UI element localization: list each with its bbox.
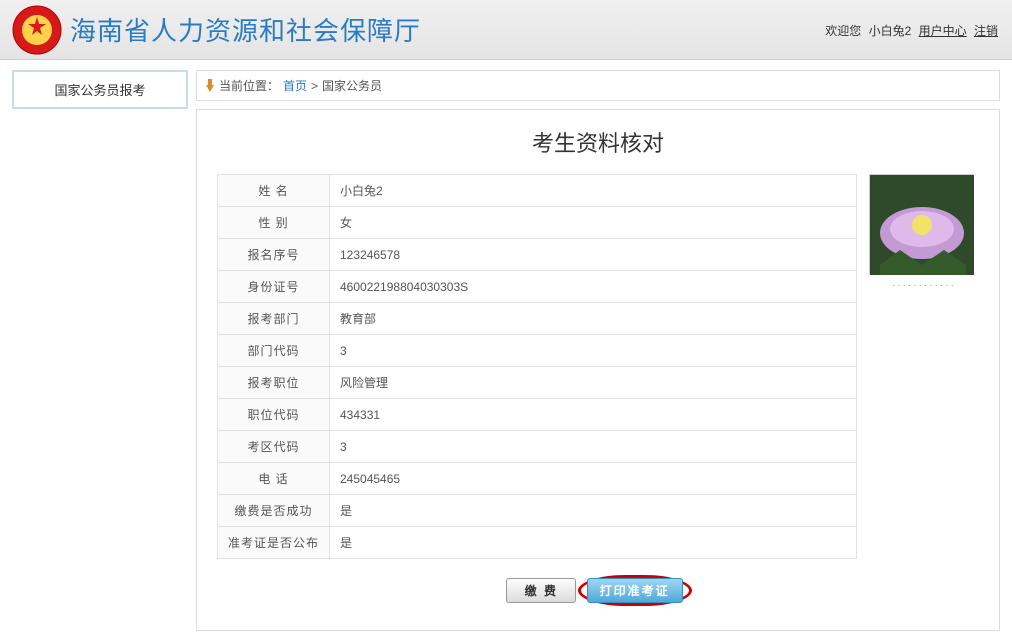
field-value: 460022198804030303S <box>330 271 857 303</box>
sidebar: 国家公务员报考 <box>12 70 188 109</box>
field-label: 报考职位 <box>218 367 330 399</box>
field-value: 是 <box>330 495 857 527</box>
table-row: 部门代码3 <box>218 335 857 367</box>
field-value: 教育部 <box>330 303 857 335</box>
table-row: 身份证号460022198804030303S <box>218 271 857 303</box>
welcome-text: 欢迎您 <box>825 24 861 38</box>
applicant-info-table: 姓 名小白兔2性 别女报名序号123246578身份证号460022198804… <box>217 174 857 559</box>
breadcrumb-label: 当前位置： <box>219 77 279 94</box>
field-label: 性 别 <box>218 207 330 239</box>
field-label: 报名序号 <box>218 239 330 271</box>
info-panel: 考生资料核对 姓 名小白兔2性 别女报名序号123246578身份证号46002… <box>196 109 1000 631</box>
sidebar-item-exam-signup[interactable]: 国家公务员报考 <box>12 70 188 109</box>
field-label: 身份证号 <box>218 271 330 303</box>
table-row: 缴费是否成功是 <box>218 495 857 527</box>
field-label: 职位代码 <box>218 399 330 431</box>
applicant-photo <box>869 174 973 274</box>
field-label: 部门代码 <box>218 335 330 367</box>
page-header: 海南省人力资源和社会保障厅 欢迎您 小白兔2 用户中心 注销 <box>0 0 1012 60</box>
pay-button[interactable]: 缴 费 <box>506 578 576 603</box>
logout-link[interactable]: 注销 <box>974 24 998 38</box>
table-row: 报考部门教育部 <box>218 303 857 335</box>
field-value: 245045465 <box>330 463 857 495</box>
table-row: 姓 名小白兔2 <box>218 175 857 207</box>
breadcrumb-separator: > <box>311 79 318 93</box>
table-row: 性 别女 <box>218 207 857 239</box>
applicant-photo-box: ············ <box>869 174 979 291</box>
user-center-link[interactable]: 用户中心 <box>919 24 967 38</box>
table-row: 考区代码3 <box>218 431 857 463</box>
field-value: 434331 <box>330 399 857 431</box>
field-label: 考区代码 <box>218 431 330 463</box>
panel-title: 考生资料核对 <box>217 126 979 158</box>
field-label: 缴费是否成功 <box>218 495 330 527</box>
table-row: 报考职位风险管理 <box>218 367 857 399</box>
breadcrumb-current: 国家公务员 <box>322 77 382 94</box>
site-title: 海南省人力资源和社会保障厅 <box>70 11 421 48</box>
national-emblem-icon <box>12 5 62 55</box>
photo-caption: ············ <box>869 280 979 291</box>
username-text: 小白兔2 <box>869 24 912 38</box>
highlight-oval: 打印准考证 <box>578 575 692 606</box>
field-value: 风险管理 <box>330 367 857 399</box>
field-value: 女 <box>330 207 857 239</box>
field-value: 123246578 <box>330 239 857 271</box>
field-value: 3 <box>330 431 857 463</box>
field-value: 3 <box>330 335 857 367</box>
pin-icon <box>205 79 215 93</box>
action-row: 缴 费 打印准考证 <box>217 575 979 606</box>
field-label: 电 话 <box>218 463 330 495</box>
field-value: 是 <box>330 527 857 559</box>
table-row: 电 话245045465 <box>218 463 857 495</box>
table-row: 准考证是否公布是 <box>218 527 857 559</box>
content-area: 当前位置： 首页 > 国家公务员 考生资料核对 姓 名小白兔2性 别女报名序号1… <box>196 70 1000 631</box>
field-label: 报考部门 <box>218 303 330 335</box>
field-label: 姓 名 <box>218 175 330 207</box>
breadcrumb-home-link[interactable]: 首页 <box>283 77 307 94</box>
table-row: 报名序号123246578 <box>218 239 857 271</box>
print-admission-button[interactable]: 打印准考证 <box>587 578 683 603</box>
header-user-area: 欢迎您 小白兔2 用户中心 注销 <box>825 22 998 39</box>
breadcrumb: 当前位置： 首页 > 国家公务员 <box>196 70 1000 101</box>
field-label: 准考证是否公布 <box>218 527 330 559</box>
table-row: 职位代码434331 <box>218 399 857 431</box>
field-value: 小白兔2 <box>330 175 857 207</box>
